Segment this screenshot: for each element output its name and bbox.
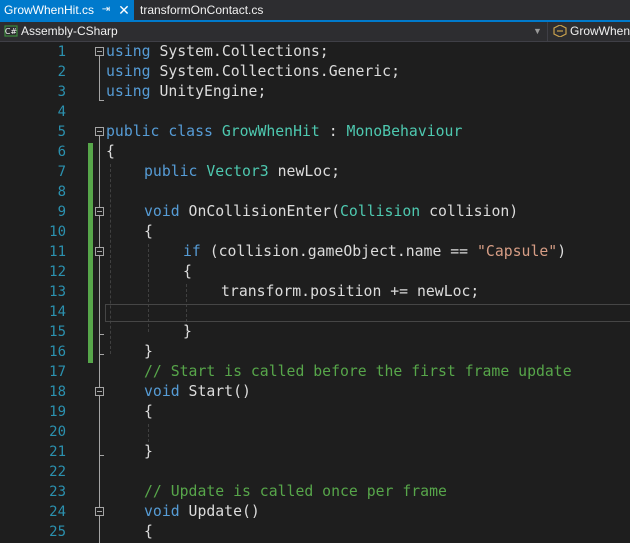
line-number: 11 bbox=[49, 244, 66, 260]
line-number: 6 bbox=[57, 144, 66, 160]
code-line: 16 } bbox=[0, 342, 630, 362]
chevron-down-icon: ▼ bbox=[533, 26, 542, 36]
csharp-project-icon: C# bbox=[4, 25, 18, 37]
code-line: 22 bbox=[0, 462, 630, 482]
code-text: { bbox=[144, 523, 153, 540]
code-text: public class GrowWhenHit : MonoBehaviour bbox=[106, 123, 463, 140]
line-number: 8 bbox=[57, 184, 66, 200]
code-line: 5 public class GrowWhenHit : MonoBehavio… bbox=[0, 122, 630, 142]
collapse-icon[interactable] bbox=[95, 127, 104, 136]
code-line: 2 using System.Collections.Generic; bbox=[0, 62, 630, 82]
line-number: 22 bbox=[49, 464, 66, 480]
line-number: 14 bbox=[49, 304, 66, 320]
line-number: 23 bbox=[49, 484, 66, 500]
line-number: 24 bbox=[49, 504, 66, 520]
type-dropdown[interactable]: GrowWhenHit bbox=[551, 22, 630, 41]
line-number: 25 bbox=[49, 524, 66, 540]
collapse-icon[interactable] bbox=[95, 47, 104, 56]
code-text: void OnCollisionEnter(Collision collisio… bbox=[144, 203, 519, 220]
code-line: 8 bbox=[0, 182, 630, 202]
line-number: 5 bbox=[57, 124, 66, 140]
line-number: 2 bbox=[57, 64, 66, 80]
code-line: 23 // Update is called once per frame bbox=[0, 482, 630, 502]
code-text: using System.Collections.Generic; bbox=[106, 63, 400, 80]
code-text: public Vector3 newLoc; bbox=[144, 163, 341, 180]
code-line: 12 { bbox=[0, 262, 630, 282]
code-line: 4 bbox=[0, 102, 630, 122]
code-line: 13 transform.position += newLoc; bbox=[0, 282, 630, 302]
code-text: { bbox=[106, 143, 115, 160]
code-line: 20 bbox=[0, 422, 630, 442]
line-number: 10 bbox=[49, 224, 66, 240]
code-comment: // Update is called once per frame bbox=[144, 483, 447, 500]
line-number: 21 bbox=[49, 444, 66, 460]
tab-transformoncontact[interactable]: transformOnContact.cs bbox=[135, 0, 275, 20]
code-line: 10 { bbox=[0, 222, 630, 242]
collapse-icon[interactable] bbox=[95, 247, 104, 256]
class-icon bbox=[553, 25, 567, 37]
code-line: 18 void Start() bbox=[0, 382, 630, 402]
line-number: 7 bbox=[57, 164, 66, 180]
line-number: 3 bbox=[57, 84, 66, 100]
svg-text:C#: C# bbox=[5, 27, 18, 36]
tab-label: GrowWhenHit.cs bbox=[4, 3, 95, 17]
line-number: 12 bbox=[49, 264, 66, 280]
code-comment: // Start is called before the first fram… bbox=[144, 363, 572, 380]
line-number: 17 bbox=[49, 364, 66, 380]
code-text: } bbox=[183, 323, 192, 340]
code-text: if (collision.gameObject.name == "Capsul… bbox=[183, 243, 567, 260]
document-tab-bar: GrowWhenHit.cs ⇥ ✕ transformOnContact.cs bbox=[0, 0, 630, 22]
code-line: 11 if (collision.gameObject.name == "Cap… bbox=[0, 242, 630, 262]
pin-icon[interactable]: ⇥ bbox=[99, 0, 113, 20]
code-line: 3 using UnityEngine; bbox=[0, 82, 630, 102]
collapse-icon[interactable] bbox=[95, 207, 104, 216]
code-text: transform.position += newLoc; bbox=[221, 283, 480, 300]
project-dropdown[interactable]: C# Assembly-CSharp ▼ bbox=[0, 22, 548, 41]
code-text: { bbox=[144, 223, 153, 240]
code-line: 15 } bbox=[0, 322, 630, 342]
navigation-bar: C# Assembly-CSharp ▼ GrowWhenHit bbox=[0, 22, 630, 42]
code-text: } bbox=[144, 343, 153, 360]
collapse-icon[interactable] bbox=[95, 507, 104, 516]
project-name: Assembly-CSharp bbox=[21, 24, 118, 38]
tab-growwhenhit[interactable]: GrowWhenHit.cs ⇥ ✕ bbox=[0, 0, 134, 20]
line-number: 4 bbox=[57, 104, 66, 120]
code-text: using UnityEngine; bbox=[106, 83, 267, 100]
code-line: 19 { bbox=[0, 402, 630, 422]
code-editor[interactable]: 1 using System.Collections; 2 using Syst… bbox=[0, 42, 630, 543]
code-line: 7 public Vector3 newLoc; bbox=[0, 162, 630, 182]
line-number: 9 bbox=[57, 204, 66, 220]
code-text: void Start() bbox=[144, 383, 251, 400]
line-number: 19 bbox=[49, 404, 66, 420]
type-name: GrowWhenHit bbox=[570, 24, 630, 38]
close-icon[interactable]: ✕ bbox=[117, 0, 131, 20]
collapse-icon[interactable] bbox=[95, 387, 104, 396]
line-number: 15 bbox=[49, 324, 66, 340]
code-line: 21 } bbox=[0, 442, 630, 462]
code-line: 24 void Update() bbox=[0, 502, 630, 522]
code-line: 1 using System.Collections; bbox=[0, 42, 630, 62]
line-number: 18 bbox=[49, 384, 66, 400]
line-number: 13 bbox=[49, 284, 66, 300]
code-text: } bbox=[144, 443, 153, 460]
code-text: using System.Collections; bbox=[106, 43, 329, 60]
line-number: 1 bbox=[57, 44, 66, 60]
code-line: 14 bbox=[0, 302, 630, 322]
line-number: 16 bbox=[49, 344, 66, 360]
code-text: void Update() bbox=[144, 503, 260, 520]
code-line: 25 { bbox=[0, 522, 630, 542]
line-number: 20 bbox=[49, 424, 66, 440]
code-line: 17 // Start is called before the first f… bbox=[0, 362, 630, 382]
code-text: { bbox=[144, 403, 153, 420]
code-line: 9 void OnCollisionEnter(Collision collis… bbox=[0, 202, 630, 222]
tab-label: transformOnContact.cs bbox=[140, 3, 264, 17]
code-text: { bbox=[183, 263, 192, 280]
code-line: 6 { bbox=[0, 142, 630, 162]
